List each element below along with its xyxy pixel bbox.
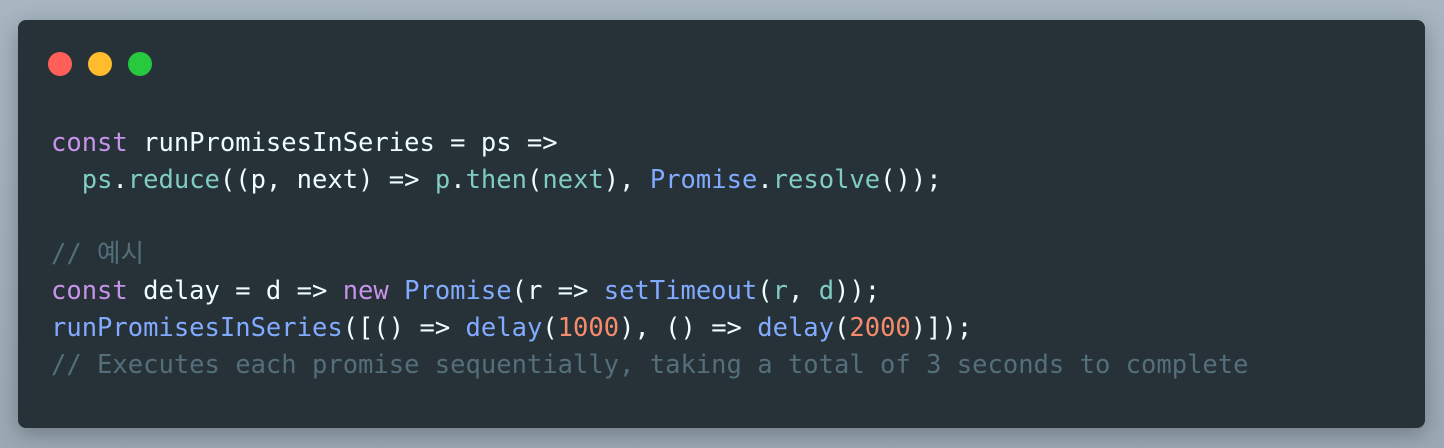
code-token: ([() => bbox=[342, 313, 466, 343]
code-token: const bbox=[51, 128, 128, 158]
code-token: resolve bbox=[772, 165, 881, 195]
code-token: ( bbox=[527, 165, 543, 195]
code-token: runPromisesInSeries = ps => bbox=[127, 128, 558, 158]
code-block: const runPromisesInSeries = ps => ps.red… bbox=[51, 125, 1248, 384]
code-token: runPromisesInSeries bbox=[51, 313, 343, 343]
maximize-button[interactable] bbox=[128, 52, 152, 76]
code-line-6: runPromisesInSeries([() => delay(1000), … bbox=[51, 310, 1248, 347]
close-button[interactable] bbox=[48, 52, 72, 76]
code-token: ), () => bbox=[619, 313, 758, 343]
code-token: Promise bbox=[649, 165, 758, 195]
code-line-2: ps.reduce((p, next) => p.then(next), Pro… bbox=[51, 162, 1248, 199]
minimize-button[interactable] bbox=[88, 52, 112, 76]
code-token: , bbox=[787, 276, 819, 306]
code-token: delay bbox=[757, 313, 835, 343]
code-token: ((p, next) => bbox=[219, 165, 435, 195]
code-token: reduce bbox=[127, 165, 220, 195]
code-token: d bbox=[818, 276, 835, 306]
code-token: (r => bbox=[511, 276, 604, 306]
code-token: ( bbox=[542, 313, 558, 343]
code-token: 2000 bbox=[849, 313, 911, 343]
code-token: ps bbox=[81, 165, 113, 195]
code-token: p bbox=[434, 165, 451, 195]
code-token: then bbox=[465, 165, 527, 195]
code-window: const runPromisesInSeries = ps => ps.red… bbox=[18, 20, 1425, 428]
code-token: ()); bbox=[880, 165, 942, 195]
window-controls bbox=[48, 52, 152, 76]
code-token: r bbox=[772, 276, 788, 306]
code-token: ( bbox=[834, 313, 850, 343]
code-token: new bbox=[342, 276, 389, 306]
code-token: setTimeout bbox=[603, 276, 758, 306]
code-token: delay bbox=[465, 313, 543, 343]
code-token: ( bbox=[757, 276, 773, 306]
code-token: . bbox=[757, 165, 773, 195]
code-line-1: const runPromisesInSeries = ps => bbox=[51, 125, 1248, 162]
code-token: const bbox=[51, 276, 128, 306]
code-token: 1000 bbox=[557, 313, 620, 343]
code-token: delay = d => bbox=[127, 276, 343, 306]
code-line-7: // Executes each promise sequentially, t… bbox=[51, 350, 1249, 380]
code-line-5: const delay = d => new Promise(r => setT… bbox=[51, 273, 1248, 310]
code-line-4: // 예시 bbox=[51, 239, 144, 269]
code-token: ), bbox=[603, 165, 650, 195]
code-token: next bbox=[542, 165, 604, 195]
code-token: Promise bbox=[404, 276, 512, 306]
code-token: . bbox=[450, 165, 466, 195]
code-token: . bbox=[112, 165, 128, 195]
code-token: )]); bbox=[910, 313, 973, 343]
code-token: )); bbox=[834, 276, 881, 306]
